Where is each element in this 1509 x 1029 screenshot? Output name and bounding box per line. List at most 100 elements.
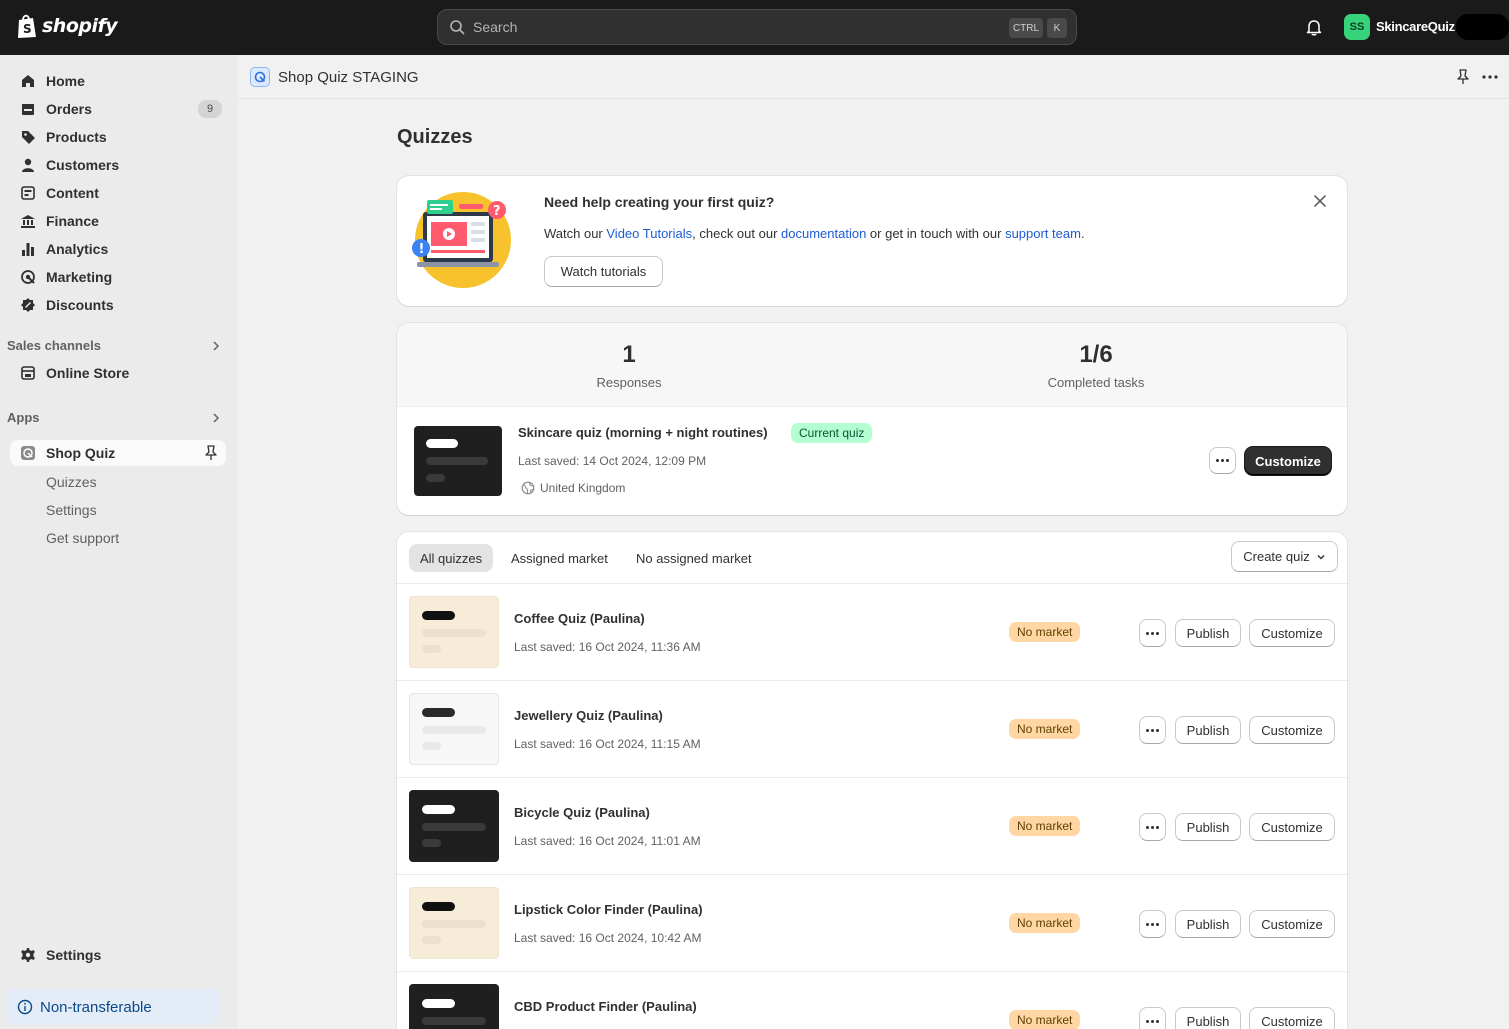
- target-icon: [21, 270, 35, 284]
- discount-icon: [21, 298, 35, 312]
- quiz-name[interactable]: Lipstick Color Finder (Paulina): [514, 902, 703, 917]
- sidebar-item-label: Settings: [46, 947, 102, 963]
- sidebar-item-shop-quiz[interactable]: Shop Quiz: [10, 440, 226, 466]
- sidebar-item-settings[interactable]: Settings: [10, 942, 226, 968]
- customize-button[interactable]: Customize: [1249, 910, 1335, 938]
- documentation-link[interactable]: documentation: [781, 226, 866, 241]
- sidebar-item-customers[interactable]: Customers: [10, 152, 226, 178]
- sidebar-item-label: Finance: [46, 213, 99, 229]
- customize-button[interactable]: Customize: [1249, 716, 1335, 744]
- quiz-thumbnail[interactable]: [409, 596, 499, 668]
- sidebar-item-label: Analytics: [46, 241, 109, 257]
- shopify-logo[interactable]: S shopify: [16, 13, 118, 39]
- current-quiz-customize-button[interactable]: Customize: [1245, 447, 1331, 475]
- quiz-row: Coffee Quiz (Paulina) Last saved: 16 Oct …: [397, 583, 1347, 680]
- quiz-name[interactable]: CBD Product Finder (Paulina): [514, 999, 697, 1014]
- avatar[interactable]: SS: [1344, 14, 1370, 40]
- sidebar-item-orders[interactable]: Orders 9: [10, 96, 226, 122]
- store-name[interactable]: SkincareQuiz: [1376, 19, 1455, 34]
- tab-all-quizzes[interactable]: All quizzes: [409, 544, 494, 572]
- sidebar-item-marketing[interactable]: Marketing: [10, 264, 226, 290]
- quiz-more-button[interactable]: [1139, 910, 1166, 938]
- bell-icon[interactable]: [1305, 18, 1323, 36]
- thumbnail-bar: [422, 742, 441, 750]
- chevron-down-icon: [1317, 554, 1325, 559]
- publish-button[interactable]: Publish: [1175, 1007, 1241, 1029]
- quiz-thumbnail[interactable]: [409, 790, 499, 862]
- current-quiz-more-button[interactable]: [1209, 447, 1236, 474]
- no-market-badge: No market: [1009, 1010, 1081, 1029]
- sidebar-item-finance[interactable]: Finance: [10, 208, 226, 234]
- sidebar-item-online-store[interactable]: Online Store: [10, 360, 226, 386]
- current-quiz-market: United Kingdom: [521, 481, 625, 495]
- more-horizontal-icon: [1216, 459, 1229, 462]
- support-team-link[interactable]: support team: [1005, 226, 1081, 241]
- sales-channels-header[interactable]: Sales channels: [7, 338, 222, 353]
- current-quiz-badge: Current quiz: [791, 423, 873, 443]
- customize-button[interactable]: Customize: [1249, 1007, 1335, 1029]
- shop-quiz-logo-icon: [254, 71, 266, 83]
- quiz-name[interactable]: Bicycle Quiz (Paulina): [514, 805, 650, 820]
- tab-assigned-market[interactable]: Assigned market: [500, 544, 619, 572]
- responses-stat: 1 Responses: [479, 341, 779, 390]
- sidebar-subitem-get-support[interactable]: Get support: [46, 530, 119, 546]
- create-quiz-button[interactable]: Create quiz: [1231, 541, 1338, 572]
- shopify-wordmark: shopify: [42, 15, 118, 37]
- search-icon: [450, 20, 465, 35]
- quiz-more-button[interactable]: [1139, 1007, 1166, 1029]
- bar-chart-icon: [22, 243, 34, 256]
- current-quiz-card: 1 Responses 1/6 Completed tasks Skincare…: [397, 323, 1347, 515]
- help-text-part: .: [1080, 226, 1085, 241]
- quiz-saved: Last saved: 16 Oct 2024, 11:01 AM: [514, 834, 701, 848]
- sidebar-item-home[interactable]: Home: [10, 68, 226, 94]
- publish-button[interactable]: Publish: [1175, 716, 1241, 744]
- thumbnail-bar: [422, 645, 441, 653]
- quiz-thumbnail[interactable]: [409, 984, 499, 1029]
- publish-button[interactable]: Publish: [1175, 910, 1241, 938]
- quiz-thumbnail[interactable]: [409, 693, 499, 765]
- quiz-name[interactable]: Jewellery Quiz (Paulina): [514, 708, 663, 723]
- no-market-badge: No market: [1009, 719, 1081, 739]
- sidebar-subitem-settings[interactable]: Settings: [46, 502, 97, 518]
- more-horizontal-icon[interactable]: [1480, 69, 1500, 85]
- quiz-name[interactable]: Coffee Quiz (Paulina): [514, 611, 645, 626]
- publish-button[interactable]: Publish: [1175, 619, 1241, 647]
- current-quiz-name[interactable]: Skincare quiz (morning + night routines): [518, 425, 768, 440]
- close-icon[interactable]: [1312, 193, 1328, 209]
- publish-button[interactable]: Publish: [1175, 813, 1241, 841]
- quiz-more-button[interactable]: [1139, 716, 1166, 744]
- non-transferable-banner[interactable]: Non-transferable: [6, 989, 219, 1025]
- customize-button[interactable]: Customize: [1249, 813, 1335, 841]
- globe-icon: [521, 481, 535, 495]
- sidebar-item-products[interactable]: Products: [10, 124, 226, 150]
- quiz-more-button[interactable]: [1139, 619, 1166, 647]
- pin-icon[interactable]: [1456, 69, 1470, 85]
- quiz-thumbnail[interactable]: [414, 426, 502, 496]
- video-tutorials-link[interactable]: Video Tutorials: [606, 226, 692, 241]
- create-quiz-label: Create quiz: [1243, 549, 1310, 564]
- info-icon: [17, 999, 33, 1015]
- quiz-thumbnail[interactable]: [409, 887, 499, 959]
- customize-button[interactable]: Customize: [1249, 619, 1335, 647]
- quiz-more-button[interactable]: [1139, 813, 1166, 841]
- sidebar-item-discounts[interactable]: Discounts: [10, 292, 226, 318]
- sidebar-item-analytics[interactable]: Analytics: [10, 236, 226, 262]
- sidebar-item-content[interactable]: Content: [10, 180, 226, 206]
- shop-quiz-logo: [250, 67, 270, 87]
- search-bar[interactable]: CTRL K: [437, 9, 1077, 45]
- help-card-text: Watch our Video Tutorials, check out our…: [544, 226, 1085, 241]
- search-input[interactable]: [473, 19, 993, 35]
- completed-tasks-stat: 1/6 Completed tasks: [946, 341, 1246, 390]
- apps-header[interactable]: Apps: [7, 410, 222, 425]
- quiz-saved: Last saved: 16 Oct 2024, 10:42 AM: [514, 931, 702, 945]
- watch-tutorials-button[interactable]: Watch tutorials: [544, 256, 663, 287]
- sidebar-subitem-quizzes[interactable]: Quizzes: [46, 474, 97, 490]
- pin-icon[interactable]: [204, 445, 218, 461]
- tab-no-assigned-market[interactable]: No assigned market: [625, 544, 763, 572]
- app-title: Shop Quiz STAGING: [278, 69, 419, 86]
- more-horizontal-icon: [1146, 1019, 1159, 1023]
- thumbnail-bar: [426, 439, 458, 448]
- more-horizontal-icon: [1146, 922, 1159, 926]
- orders-count-badge: 9: [198, 100, 222, 118]
- chevron-right-icon: [213, 340, 220, 351]
